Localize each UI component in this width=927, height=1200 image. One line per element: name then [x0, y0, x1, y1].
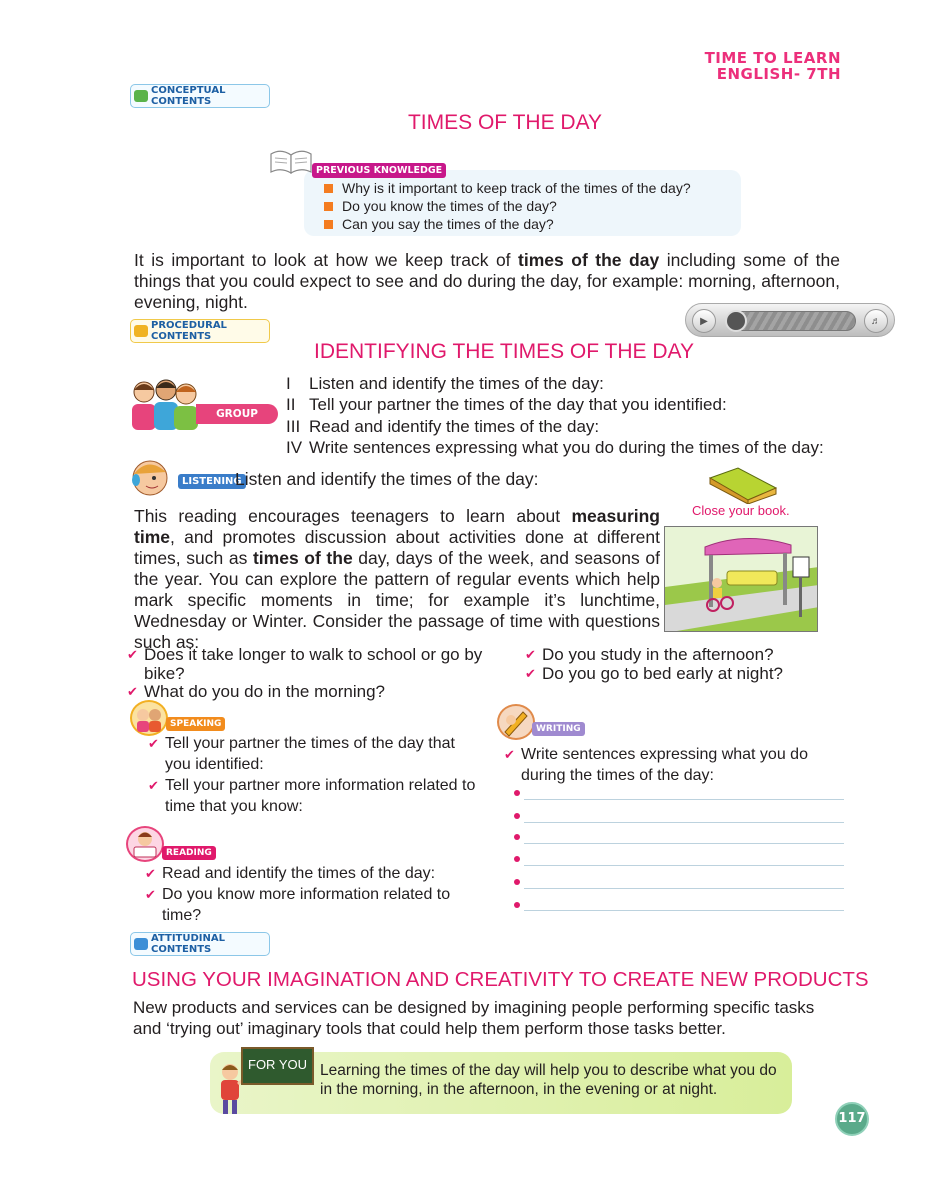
bullet-dot	[514, 856, 520, 862]
answer-line[interactable]	[524, 799, 844, 800]
speaking-icon	[130, 700, 168, 736]
speaking-list: ✔ Tell your partner the times of the day …	[148, 733, 478, 817]
questions-left: ✔ Does it take longer to walk to school o…	[127, 645, 527, 702]
music-note-icon[interactable]	[725, 310, 747, 332]
group-work-list: I Listen and identify the times of the da…	[286, 373, 856, 458]
list-item: II Tell your partner the times of the day…	[286, 395, 727, 415]
writing-lines	[514, 790, 846, 916]
list-item: I Listen and identify the times of the da…	[286, 374, 604, 393]
check-icon: ✔	[127, 684, 138, 699]
tag-icon	[134, 90, 148, 102]
tag-icon	[134, 938, 148, 950]
check-icon: ✔	[148, 778, 159, 793]
list-item: ✔ Tell your partner the times of the day …	[148, 735, 455, 773]
bullet-dot	[514, 902, 520, 908]
reading-passage: This reading encourages teenagers to lea…	[134, 506, 660, 652]
writing-badge: WRITING	[532, 718, 585, 736]
list-item: ✔ Do you know more information related to…	[145, 886, 451, 924]
closed-book-icon	[708, 466, 778, 505]
list-item: Can you say the times of the day?	[322, 215, 732, 233]
progress-bar[interactable]	[725, 310, 856, 332]
check-icon: ✔	[525, 647, 536, 662]
writing-icon	[497, 704, 535, 740]
close-book-label: Close your book.	[692, 503, 790, 518]
writing-list: ✔ Write sentences expressing what you do …	[504, 744, 849, 786]
check-icon: ✔	[148, 736, 159, 751]
page-number: 117	[835, 1102, 869, 1136]
list-item: IV Write sentences expressing what you do…	[286, 437, 824, 457]
for-you-board: FOR YOU	[241, 1047, 314, 1085]
check-icon: ✔	[504, 747, 515, 762]
bullet-dot	[514, 813, 520, 819]
list-item: ✔ Do you study in the afternoon?	[525, 645, 774, 664]
list-item: ✔ Write sentences expressing what you do …	[504, 746, 808, 784]
list-item: Do you know the times of the day?	[322, 197, 732, 215]
creativity-paragraph: New products and services can be designe…	[133, 998, 815, 1038]
speaking-badge: SPEAKING	[166, 713, 226, 731]
check-icon: ✔	[127, 647, 138, 662]
bus-stop-illustration	[664, 526, 818, 632]
bullet-dot	[514, 879, 520, 885]
list-item: ✔ What do you do in the morning?	[127, 682, 385, 701]
procedural-contents-tag: PROCEDURAL CONTENTS	[130, 319, 270, 343]
answer-line[interactable]	[524, 888, 844, 889]
list-item: ✔ Do you go to bed early at night?	[525, 663, 783, 683]
section-title-times-of-day: TIMES OF THE DAY	[407, 111, 603, 134]
answer-line[interactable]	[524, 843, 844, 844]
answer-line[interactable]	[524, 865, 844, 866]
list-item: ✔ Does it take longer to walk to school o…	[127, 645, 483, 683]
list-item: ✔ Read and identify the times of the day:	[145, 865, 436, 882]
section-title-creativity: USING YOUR IMAGINATION AND CREATIVITY TO…	[132, 968, 869, 991]
listening-instruction: Listen and identify the times of the day…	[235, 469, 539, 489]
list-item: Why is it important to keep track of the…	[322, 179, 732, 197]
previous-knowledge-badge: PREVIOUS KNOWLEDGE	[312, 160, 447, 178]
answer-line[interactable]	[524, 822, 844, 823]
reading-list: ✔ Read and identify the times of the day:…	[145, 863, 475, 926]
book-icon	[268, 146, 314, 176]
volume-icon[interactable]: ♬	[864, 309, 888, 333]
attitudinal-contents-tag: ATTITUDINAL CONTENTS	[130, 932, 270, 956]
previous-knowledge-list: Why is it important to keep track of the…	[322, 179, 732, 233]
audio-player: ▶ ♬	[685, 303, 895, 337]
conceptual-contents-tag: CONCEPTUAL CONTENTS	[130, 84, 270, 108]
book-title: TIME TO LEARN ENGLISH- 7TH	[704, 49, 841, 83]
answer-line[interactable]	[524, 910, 844, 911]
tag-icon	[134, 325, 148, 337]
for-you-text: Learning the times of the day will help …	[320, 1062, 777, 1098]
bullet-dot	[514, 790, 520, 796]
questions-right: ✔ Do you study in the afternoon? ✔ Do you …	[525, 645, 825, 683]
group-work-badge: GROUP WORK	[196, 404, 278, 440]
play-icon[interactable]: ▶	[692, 309, 716, 333]
reading-badge: READING	[162, 842, 216, 860]
list-item: ✔ Tell your partner more information rela…	[148, 777, 476, 815]
check-icon: ✔	[145, 866, 156, 881]
check-icon: ✔	[145, 887, 156, 902]
listening-boy-icon	[128, 458, 176, 498]
section-title-identifying: IDENTIFYING THE TIMES OF THE DAY	[314, 340, 694, 363]
check-icon: ✔	[525, 665, 536, 681]
list-item: III Read and identify the times of the da…	[286, 416, 600, 436]
reading-icon	[126, 826, 164, 862]
bullet-dot	[514, 834, 520, 840]
